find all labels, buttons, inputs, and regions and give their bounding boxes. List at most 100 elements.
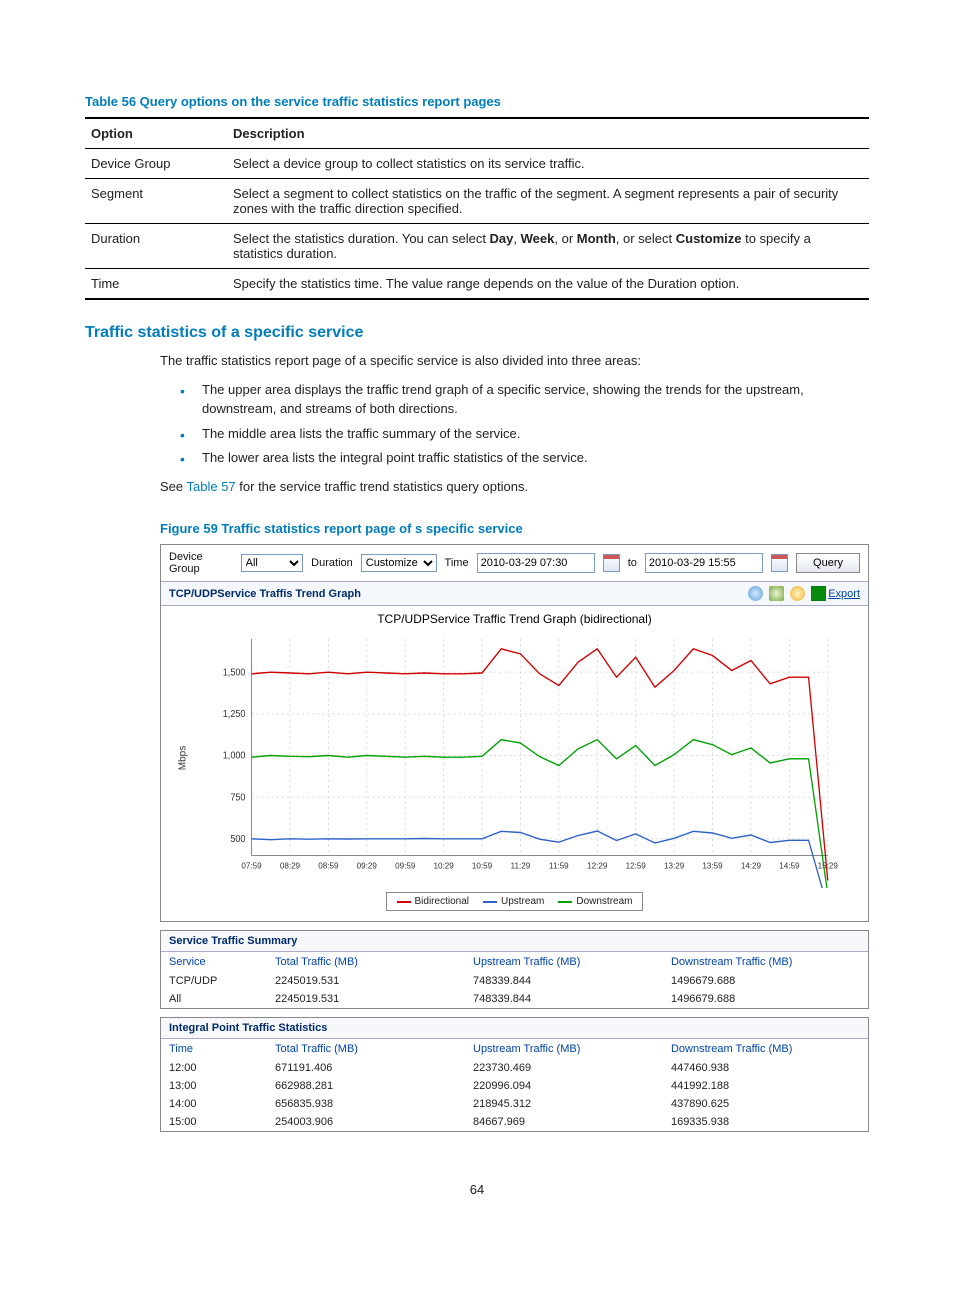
cell: 447460.938: [663, 1059, 868, 1077]
svg-text:08:59: 08:59: [318, 860, 339, 870]
svg-text:09:29: 09:29: [357, 860, 378, 870]
excel-icon: [811, 586, 826, 601]
svg-text:12:29: 12:29: [587, 860, 608, 870]
cell: 2245019.531: [267, 990, 465, 1008]
cell-desc: Select a segment to collect statistics o…: [227, 179, 869, 224]
export-link[interactable]: Export: [811, 586, 860, 601]
summary-title: Service Traffic Summary: [161, 931, 868, 952]
svg-text:11:59: 11:59: [549, 860, 569, 870]
th-down[interactable]: Downstream Traffic (MB): [663, 1039, 868, 1059]
svg-text:07:59: 07:59: [241, 860, 262, 870]
table-row: Duration Select the statistics duration.…: [85, 224, 869, 269]
legend-up: Upstream: [501, 896, 544, 907]
legend-bidir: Bidirectional: [415, 896, 469, 907]
chart-area: Mbps 5007501,0001,2501,50007:5908:2908:5…: [201, 628, 848, 888]
cell-option: Time: [85, 269, 227, 300]
table-row: 15:00 254003.906 84667.969 169335.938: [161, 1113, 868, 1131]
svg-text:08:29: 08:29: [280, 860, 301, 870]
th-up[interactable]: Upstream Traffic (MB): [465, 1039, 663, 1059]
config-icon[interactable]: [769, 586, 784, 601]
legend-down: Downstream: [576, 896, 632, 907]
list-item: The middle area lists the traffic summar…: [180, 425, 869, 444]
th-total[interactable]: Total Traffic (MB): [267, 1039, 465, 1059]
time-label: Time: [445, 557, 469, 569]
summary-panel: Service Traffic Summary Service Total Tr…: [160, 930, 869, 1009]
txt: Day: [490, 231, 514, 246]
th-total[interactable]: Total Traffic (MB): [267, 952, 465, 972]
table-row: 12:00 671191.406 223730.469 447460.938: [161, 1059, 868, 1077]
table57-link[interactable]: Table 57: [187, 479, 236, 494]
cell: 12:00: [161, 1059, 267, 1077]
list-item: The lower area lists the integral point …: [180, 449, 869, 468]
cell: 748339.844: [465, 972, 663, 990]
th-desc: Description: [227, 118, 869, 149]
device-group-select[interactable]: All: [241, 554, 304, 572]
txt: ,: [513, 231, 520, 246]
filter-bar: Device Group All Duration Customize Time…: [161, 545, 868, 582]
calendar-icon[interactable]: [771, 554, 788, 572]
svg-text:1,500: 1,500: [223, 666, 246, 677]
table-row: Segment Select a segment to collect stat…: [85, 179, 869, 224]
cell: 218945.312: [465, 1095, 663, 1113]
txt: Customize: [676, 231, 742, 246]
txt: , or select: [616, 231, 676, 246]
graph-panel-header: TCP/UDPService Traffis Trend Graph Expor…: [161, 582, 868, 606]
table-row: All 2245019.531 748339.844 1496679.688: [161, 990, 868, 1008]
duration-label: Duration: [311, 557, 353, 569]
figure59-title: Figure 59 Traffic statistics report page…: [160, 521, 869, 536]
help-icon[interactable]: [790, 586, 805, 601]
calendar-icon[interactable]: [603, 554, 620, 572]
see-text: See Table 57 for the service traffic tre…: [160, 478, 869, 497]
table-row: Time Specify the statistics time. The va…: [85, 269, 869, 300]
export-label: Export: [828, 588, 860, 600]
list-item: The upper area displays the traffic tren…: [180, 381, 869, 419]
txt: Select the statistics duration. You can …: [233, 231, 490, 246]
cell: 656835.938: [267, 1095, 465, 1113]
txt: See: [160, 479, 187, 494]
cell: 662988.281: [267, 1077, 465, 1095]
th-up[interactable]: Upstream Traffic (MB): [465, 952, 663, 972]
svg-text:500: 500: [230, 833, 245, 844]
cell: 14:00: [161, 1095, 267, 1113]
graph-panel-title: TCP/UDPService Traffis Trend Graph: [169, 588, 361, 600]
svg-text:1,000: 1,000: [223, 750, 246, 761]
page-number: 64: [85, 1182, 869, 1197]
svg-text:12:59: 12:59: [626, 860, 647, 870]
th-time[interactable]: Time: [161, 1039, 267, 1059]
txt: Week: [521, 231, 555, 246]
cell: 1496679.688: [663, 990, 868, 1008]
cell: 437890.625: [663, 1095, 868, 1113]
svg-text:10:29: 10:29: [434, 860, 455, 870]
svg-text:750: 750: [230, 791, 245, 802]
cell: TCP/UDP: [161, 972, 267, 990]
duration-select[interactable]: Customize: [361, 554, 437, 572]
svg-text:1,250: 1,250: [223, 708, 246, 719]
svg-text:10:59: 10:59: [472, 860, 493, 870]
cell: 84667.969: [465, 1113, 663, 1131]
time-from-input[interactable]: [477, 553, 595, 573]
cell-option: Device Group: [85, 149, 227, 179]
y-axis-label: Mbps: [178, 746, 189, 770]
chart-title: TCP/UDPService Traffic Trend Graph (bidi…: [161, 606, 868, 628]
cell-desc: Select a device group to collect statist…: [227, 149, 869, 179]
cell: 220996.094: [465, 1077, 663, 1095]
cell: 15:00: [161, 1113, 267, 1131]
chart-legend: Bidirectional Upstream Downstream: [386, 892, 644, 911]
table56: Option Description Device Group Select a…: [85, 117, 869, 300]
svg-text:14:29: 14:29: [741, 860, 762, 870]
cell: 748339.844: [465, 990, 663, 1008]
th-service[interactable]: Service: [161, 952, 267, 972]
figure-screenshot: Device Group All Duration Customize Time…: [160, 544, 869, 922]
th-down[interactable]: Downstream Traffic (MB): [663, 952, 868, 972]
cell: 13:00: [161, 1077, 267, 1095]
cell: 2245019.531: [267, 972, 465, 990]
table-row: 14:00 656835.938 218945.312 437890.625: [161, 1095, 868, 1113]
cell: 1496679.688: [663, 972, 868, 990]
time-to-input[interactable]: [645, 553, 763, 573]
cell: 441992.188: [663, 1077, 868, 1095]
query-button[interactable]: Query: [796, 553, 860, 573]
refresh-icon[interactable]: [748, 586, 763, 601]
cell: 169335.938: [663, 1113, 868, 1131]
table-row: TCP/UDP 2245019.531 748339.844 1496679.6…: [161, 972, 868, 990]
txt: , or: [554, 231, 576, 246]
